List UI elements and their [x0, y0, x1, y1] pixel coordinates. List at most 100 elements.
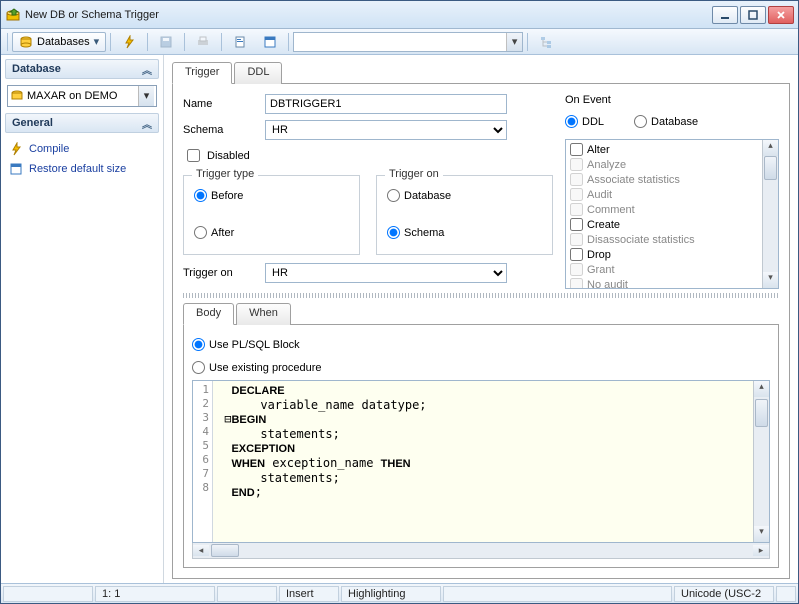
databases-dropdown[interactable]: Databases ▾: [12, 32, 106, 52]
trigger-on-label: Trigger on: [183, 267, 259, 279]
separator: [288, 33, 289, 51]
tab-label: Body: [196, 307, 221, 319]
line-gutter: 12345678: [193, 381, 213, 542]
compile-link[interactable]: Compile: [7, 139, 157, 159]
link-label: Restore default size: [29, 163, 126, 175]
lightning-icon: [122, 35, 136, 49]
on-schema-radio[interactable]: Schema: [387, 226, 542, 239]
event-label: Disassociate statistics: [587, 234, 695, 246]
event-label: Analyze: [587, 159, 626, 171]
separator: [147, 33, 148, 51]
legend: Trigger type: [192, 168, 258, 180]
radio-label: After: [211, 227, 234, 239]
radio-label: Schema: [404, 227, 444, 239]
chevron-down-icon: ▾: [506, 33, 522, 51]
status-bar: 1: 1 Insert Highlighting Unicode (USC-2: [1, 583, 798, 603]
app-icon: [5, 7, 21, 23]
event-item: Analyze: [568, 157, 760, 172]
separator: [527, 33, 528, 51]
printer-icon: [196, 35, 210, 49]
toolbar-grip: [7, 33, 8, 51]
event-item[interactable]: Alter: [568, 142, 760, 157]
trigger-pane: Name Schema HR Disabled Trigger t: [172, 83, 790, 579]
document-icon: [233, 35, 247, 49]
event-label: Alter: [587, 144, 610, 156]
scroll-thumb[interactable]: [755, 399, 768, 427]
restore-size-link[interactable]: Restore default size: [7, 159, 157, 179]
tab-trigger[interactable]: Trigger: [172, 62, 232, 84]
status-empty3: [443, 586, 672, 602]
main-tabs: Trigger DDL: [172, 61, 790, 83]
tab-ddl[interactable]: DDL: [234, 62, 282, 84]
checkbox-label: Disabled: [207, 150, 250, 162]
database-group-header[interactable]: Database ︽: [5, 59, 159, 79]
scroll-thumb[interactable]: [211, 544, 239, 557]
before-radio[interactable]: Before: [194, 189, 349, 202]
doc1-button[interactable]: [226, 32, 254, 52]
event-list: AlterAnalyzeAssociate statisticsAuditCom…: [565, 139, 779, 289]
tab-label: DDL: [247, 66, 269, 78]
editor-vscroll[interactable]: ▴▾: [753, 381, 769, 542]
database-selector[interactable]: MAXAR on DEMO ▾: [7, 85, 157, 107]
toolbar: Databases ▾ ▾: [1, 29, 798, 55]
save-button[interactable]: [152, 32, 180, 52]
save-icon: [159, 35, 173, 49]
database-icon: [10, 89, 24, 103]
restore-icon: [9, 162, 23, 176]
onevent-database-radio[interactable]: Database: [634, 115, 698, 128]
maximize-button[interactable]: [740, 6, 766, 24]
on-event-box: On Event DDL Database AlterAnalyzeAssoci…: [565, 94, 779, 289]
name-input[interactable]: [265, 94, 507, 114]
side-panel: Database ︽ MAXAR on DEMO ▾ General ︽ Com…: [1, 55, 164, 583]
scrollbar[interactable]: ▴▾: [762, 140, 778, 288]
event-items[interactable]: AlterAnalyzeAssociate statisticsAuditCom…: [566, 140, 762, 288]
use-proc-radio[interactable]: Use existing procedure: [192, 361, 770, 374]
code-area[interactable]: DECLARE variable_name datatype; ⊟BEGIN s…: [213, 381, 753, 542]
print-button[interactable]: [189, 32, 217, 52]
status-position: 1: 1: [95, 586, 215, 602]
status-empty2: [217, 586, 277, 602]
toolbar-combo[interactable]: ▾: [293, 32, 523, 52]
chevron-down-icon: ▾: [138, 86, 154, 106]
disabled-checkbox[interactable]: Disabled: [183, 146, 250, 165]
scroll-thumb[interactable]: [764, 156, 777, 180]
radio-label: Database: [404, 190, 451, 202]
onevent-ddl-radio[interactable]: DDL: [565, 115, 604, 128]
after-radio[interactable]: After: [194, 226, 349, 239]
titlebar[interactable]: New DB or Schema Trigger: [1, 1, 798, 29]
tab-when[interactable]: When: [236, 303, 291, 325]
trigger-type-fieldset: Trigger type Before After: [183, 175, 360, 255]
doc2-button[interactable]: [256, 32, 284, 52]
event-item: Disassociate statistics: [568, 232, 760, 247]
chevron-up-icon: ︽: [142, 116, 152, 131]
event-item[interactable]: Drop: [568, 247, 760, 262]
minimize-button[interactable]: [712, 6, 738, 24]
event-item[interactable]: Create: [568, 217, 760, 232]
editor-hscroll[interactable]: ◂▸: [192, 543, 770, 559]
general-group-header[interactable]: General ︽: [5, 113, 159, 133]
tree-button[interactable]: [532, 32, 560, 52]
compile-button[interactable]: [115, 32, 143, 52]
content: Trigger DDL Name Schema HR: [164, 55, 798, 583]
status-highlight: Highlighting: [341, 586, 441, 602]
code-editor[interactable]: 12345678 DECLARE variable_name datatype;…: [192, 380, 770, 543]
use-plsql-radio[interactable]: Use PL/SQL Block: [192, 338, 770, 351]
event-item: Comment: [568, 202, 760, 217]
on-database-radio[interactable]: Database: [387, 189, 542, 202]
tab-body[interactable]: Body: [183, 303, 234, 325]
splitter[interactable]: [183, 293, 779, 298]
event-item: Grant: [568, 262, 760, 277]
close-button[interactable]: [768, 6, 794, 24]
body-pane: Use PL/SQL Block Use existing procedure …: [183, 324, 779, 568]
radio-label: Database: [651, 116, 698, 128]
event-item: Audit: [568, 187, 760, 202]
left-form: Name Schema HR Disabled Trigger t: [183, 94, 553, 289]
radio-label: Before: [211, 190, 243, 202]
trigger-on-select[interactable]: HR: [265, 263, 507, 283]
group-label: Database: [12, 63, 61, 75]
schema-select[interactable]: HR: [265, 120, 507, 140]
databases-label: Databases: [37, 36, 90, 48]
group-label: General: [12, 117, 53, 129]
event-label: Drop: [587, 249, 611, 261]
event-item: No audit: [568, 277, 760, 288]
